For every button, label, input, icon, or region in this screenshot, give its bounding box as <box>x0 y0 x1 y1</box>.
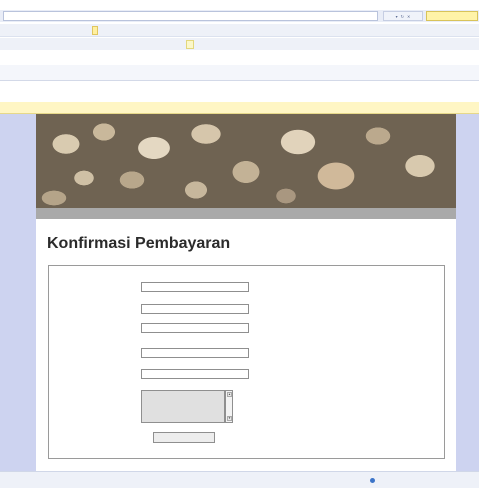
web-page: Konfirmasi Pembayaran ▲ ▼ <box>36 114 456 471</box>
toolbar <box>0 24 479 37</box>
tab-row <box>0 65 479 81</box>
stop-icon[interactable]: ✕ <box>407 14 410 19</box>
security-zone[interactable] <box>370 478 377 484</box>
submit-confirmation-button[interactable] <box>153 432 215 443</box>
scroll-down-icon[interactable]: ▼ <box>227 416 232 421</box>
dropdown-icon[interactable]: ▾ <box>396 14 398 19</box>
transfer-date-input[interactable] <box>141 323 249 333</box>
address-buttons: ▾ ↻ ✕ <box>383 11 423 21</box>
search-input[interactable] <box>426 11 478 21</box>
refresh-icon[interactable]: ↻ <box>401 14 404 19</box>
information-bar[interactable] <box>0 102 479 114</box>
account-no-input[interactable] <box>141 369 249 379</box>
notes-scrollbar[interactable]: ▲ ▼ <box>225 390 233 423</box>
site-nav <box>36 208 456 219</box>
header-banner-image <box>36 114 456 208</box>
links-toolbar <box>0 38 479 50</box>
page-canvas: Konfirmasi Pembayaran ▲ ▼ <box>0 114 479 471</box>
payment-confirmation-form: ▲ ▼ <box>48 265 445 459</box>
status-bar <box>0 471 479 488</box>
address-bar[interactable] <box>3 11 378 21</box>
links-button-3[interactable] <box>186 40 194 49</box>
transfer-amount-input[interactable] <box>141 348 249 358</box>
order-no-input[interactable] <box>141 282 249 292</box>
page-title: Konfirmasi Pembayaran <box>47 235 231 252</box>
address-row: ▾ ↻ ✕ <box>0 10 479 22</box>
globe-icon <box>370 478 375 484</box>
name-input[interactable] <box>141 304 249 314</box>
notes-textarea[interactable] <box>141 390 225 423</box>
scroll-up-icon[interactable]: ▲ <box>227 392 232 397</box>
toolbar-button-2[interactable] <box>92 26 98 35</box>
